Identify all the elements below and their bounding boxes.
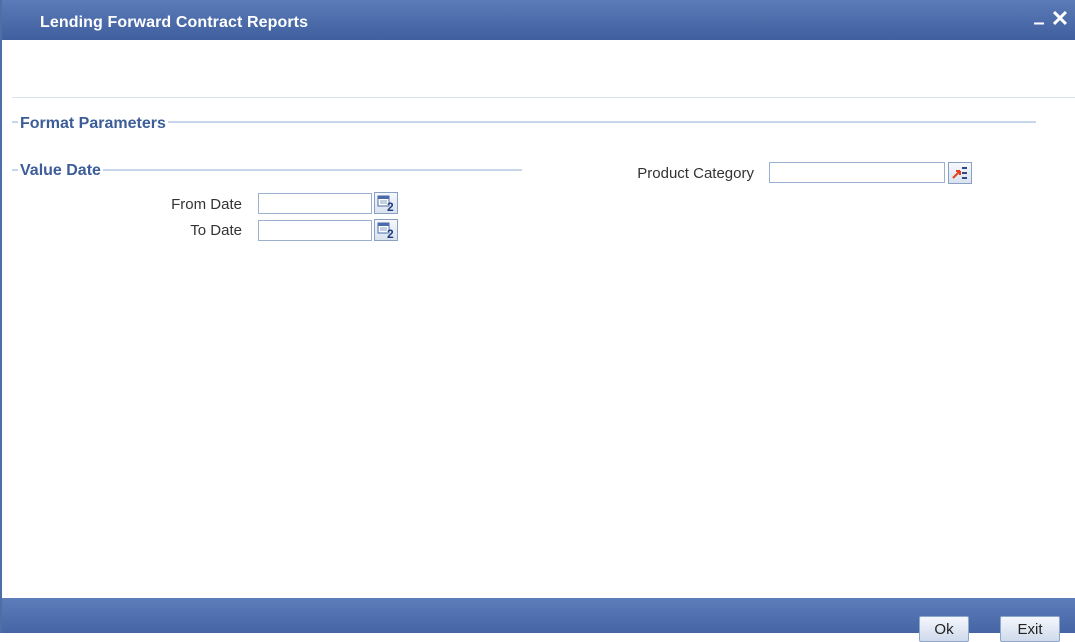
footer-bar [2, 598, 1075, 633]
product-category-lov-button[interactable] [948, 162, 972, 184]
minimize-icon[interactable]: – [1029, 13, 1049, 33]
from-date-label: From Date [171, 196, 242, 213]
toolbar-divider [12, 97, 1075, 98]
product-category-input[interactable] [769, 162, 945, 183]
to-date-label: To Date [190, 222, 242, 239]
value-date-heading: Value Date [18, 162, 103, 180]
from-date-input[interactable] [258, 193, 372, 214]
title-bar[interactable]: Lending Forward Contract Reports – ✕ [2, 0, 1075, 40]
ok-button[interactable]: Ok [919, 616, 969, 642]
format-parameters-heading: Format Parameters [18, 115, 168, 133]
exit-button[interactable]: Exit [1000, 616, 1060, 642]
calendar-icon: 2 [377, 195, 394, 214]
from-date-calendar-button[interactable]: 2 [374, 192, 398, 214]
calendar-icon: 2 [377, 222, 394, 241]
to-date-input[interactable] [258, 220, 372, 241]
product-category-label: Product Category [637, 165, 754, 182]
report-window: Lending Forward Contract Reports – ✕ For… [0, 0, 1075, 642]
window-title: Lending Forward Contract Reports [40, 14, 309, 31]
list-of-values-icon [952, 167, 967, 179]
to-date-calendar-button[interactable]: 2 [374, 219, 398, 241]
svg-text:2: 2 [387, 200, 394, 213]
close-icon[interactable]: ✕ [1050, 8, 1070, 30]
svg-text:2: 2 [387, 227, 394, 240]
